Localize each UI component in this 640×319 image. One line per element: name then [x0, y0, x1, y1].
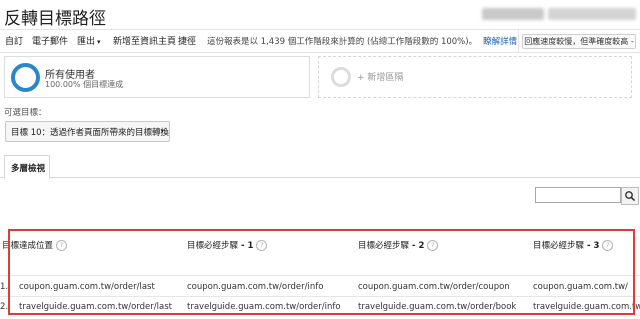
shortcut-button[interactable]: 捷徑 [178, 34, 196, 47]
search-icon [625, 191, 635, 201]
goal-select[interactable]: 目標 10：透過作者頁面所帶來的目標轉換 ▾ [5, 121, 170, 142]
segment-ring-icon [11, 63, 40, 92]
add-segment-label: + 新增區隔 [357, 73, 404, 83]
highlight-annotation-box [8, 229, 635, 315]
sampling-info: 這份報表是以 1,439 個工作階段來計算的 (佔總工作階段數的 100%)。瞭… [207, 35, 517, 47]
customize-button[interactable]: 自訂 [5, 34, 23, 47]
export-label: 匯出 [77, 37, 96, 47]
row-index: 1. [0, 282, 9, 292]
tab-label: 多層檢視 [11, 164, 46, 174]
goal-select-label: 可選目標： [4, 108, 47, 118]
page-title: 反轉目標路徑 [4, 9, 106, 29]
chevron-down-icon: ▾ [97, 38, 101, 46]
row-index: 2. [0, 302, 9, 312]
empty-segment-ring-icon [331, 67, 351, 87]
tab-divider [0, 177, 640, 178]
add-to-dashboard-button[interactable]: 新增至資訊主頁 [113, 34, 176, 47]
segment-card[interactable]: 所有使用者 100.00% 個目標達成 [4, 56, 310, 98]
learn-more-link[interactable]: 瞭解詳情 [483, 37, 517, 47]
export-button[interactable]: 匯出 ▾ [77, 34, 101, 47]
sampling-precision-select[interactable]: 回應速度較慢，但準確度較高 - [522, 34, 636, 49]
report-toolbar: 自訂 電子郵件 匯出 ▾ 新增至資訊主頁 捷徑 這份報表是以 1,439 個工作階… [0, 29, 640, 53]
add-segment-card[interactable]: + 新增區隔 [318, 56, 632, 98]
table-search-input[interactable] [535, 187, 621, 203]
toolbar-divider [518, 30, 519, 52]
chevron-down-icon: ▾ [160, 127, 164, 135]
segment-percentage: 100.00% 個目標達成 [45, 80, 124, 89]
redacted-account-info [482, 8, 544, 20]
search-button[interactable] [621, 187, 639, 205]
goal-select-value: 目標 10：透過作者頁面所帶來的目標轉換 [11, 128, 170, 138]
tab-multi-level-view[interactable]: 多層檢視 [4, 155, 50, 179]
email-button[interactable]: 電子郵件 [32, 34, 68, 47]
sampling-info-text: 這份報表是以 1,439 個工作階段來計算的 (佔總工作階段數的 100%)。 [207, 37, 478, 47]
redacted-account-info-2 [548, 8, 636, 20]
